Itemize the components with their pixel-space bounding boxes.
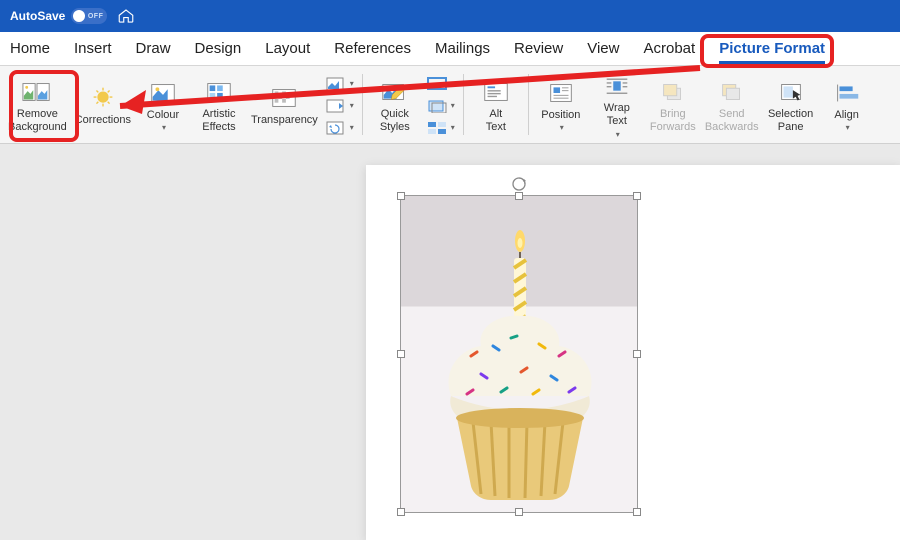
selection-pane-icon	[775, 78, 807, 106]
chevron-down-icon: ▾	[350, 123, 354, 132]
bring-forwards-button: Bring Forwards	[649, 78, 697, 133]
align-button[interactable]: Align ▾	[823, 79, 871, 133]
chevron-down-icon: ▾	[451, 101, 455, 110]
alt-text-label: Alt Text	[486, 108, 506, 133]
adjust-small-buttons: ▾ ▾ ▾	[326, 74, 354, 138]
resize-handle[interactable]	[397, 350, 405, 358]
wrap-text-label: Wrap Text	[604, 102, 630, 127]
group-accessibility: Alt Text	[464, 66, 528, 143]
selection-pane-label: Selection Pane	[768, 108, 813, 133]
resize-handle[interactable]	[397, 192, 405, 200]
chevron-down-icon: ▾	[350, 79, 354, 88]
resize-handle[interactable]	[633, 508, 641, 516]
tab-home[interactable]: Home	[10, 36, 50, 61]
tab-references[interactable]: References	[334, 36, 411, 61]
picture-effects-button[interactable]: ▾	[427, 96, 455, 116]
send-backwards-button: Send Backwards	[705, 78, 759, 133]
tab-mailings[interactable]: Mailings	[435, 36, 490, 61]
artistic-effects-icon	[203, 78, 235, 106]
corrections-icon	[87, 84, 119, 112]
chevron-down-icon: ▾	[846, 123, 850, 132]
resize-handle[interactable]	[515, 192, 523, 200]
send-backwards-label: Send Backwards	[705, 108, 759, 133]
alt-text-icon	[480, 78, 512, 106]
align-label: Align	[834, 109, 858, 122]
colour-label: Colour	[147, 109, 179, 122]
rotate-handle[interactable]	[511, 176, 527, 192]
home-icon[interactable]	[117, 7, 135, 25]
wrap-text-button[interactable]: Wrap Text ▾	[593, 72, 641, 138]
selection-pane-button[interactable]: Selection Pane	[767, 78, 815, 133]
title-bar: AutoSave OFF	[0, 0, 900, 32]
autosave-label: AutoSave	[10, 9, 65, 23]
corrections-button[interactable]: Corrections	[75, 84, 131, 127]
cupcake-image	[401, 196, 637, 512]
resize-handle[interactable]	[633, 350, 641, 358]
toggle-knob	[73, 10, 85, 22]
artistic-effects-label: Artistic Effects	[202, 108, 235, 133]
chevron-down-icon: ▾	[616, 130, 620, 139]
quick-styles-icon	[379, 78, 411, 106]
group-adjust: Remove Background Corrections Colour ▾ A…	[0, 66, 362, 143]
tab-insert[interactable]: Insert	[74, 36, 112, 61]
ribbon: Remove Background Corrections Colour ▾ A…	[0, 66, 900, 144]
remove-background-label: Remove Background	[8, 108, 67, 133]
position-button[interactable]: Position ▾	[537, 79, 585, 133]
autosave-control[interactable]: AutoSave OFF	[10, 8, 107, 24]
remove-background-icon	[21, 78, 53, 106]
align-icon	[831, 79, 863, 107]
autosave-state: OFF	[88, 13, 104, 20]
chevron-down-icon: ▾	[451, 79, 455, 88]
artistic-effects-button[interactable]: Artistic Effects	[195, 78, 243, 133]
quick-styles-button[interactable]: Quick Styles	[371, 78, 419, 133]
resize-handle[interactable]	[515, 508, 523, 516]
quick-styles-label: Quick Styles	[380, 108, 410, 133]
bring-forwards-label: Bring Forwards	[650, 108, 696, 133]
tab-picture-format[interactable]: Picture Format	[719, 36, 825, 61]
transparency-label: Transparency	[251, 114, 318, 127]
transparency-button[interactable]: Transparency	[251, 84, 318, 127]
corrections-label: Corrections	[75, 114, 131, 127]
group-arrange: Position ▾ Wrap Text ▾ Bring Forwards Se…	[529, 66, 879, 143]
chevron-down-icon: ▾	[162, 123, 166, 132]
wrap-text-icon	[601, 72, 633, 100]
picture-layout-button[interactable]: ▾	[427, 118, 455, 138]
chevron-down-icon: ▾	[350, 101, 354, 110]
position-icon	[545, 79, 577, 107]
chevron-down-icon: ▾	[560, 123, 564, 132]
resize-handle[interactable]	[633, 192, 641, 200]
tab-draw[interactable]: Draw	[136, 36, 171, 61]
ribbon-tabs: Home Insert Draw Design Layout Reference…	[0, 32, 900, 66]
autosave-toggle[interactable]: OFF	[71, 8, 107, 24]
document-page[interactable]	[366, 165, 900, 540]
reset-picture-button[interactable]: ▾	[326, 118, 354, 138]
tab-acrobat[interactable]: Acrobat	[643, 36, 695, 61]
resize-handle[interactable]	[397, 508, 405, 516]
remove-background-button[interactable]: Remove Background	[8, 78, 67, 133]
position-label: Position	[541, 109, 580, 122]
colour-icon	[147, 79, 179, 107]
send-backwards-icon	[716, 78, 748, 106]
styles-small-buttons: ▾ ▾ ▾	[427, 74, 455, 138]
tab-review[interactable]: Review	[514, 36, 563, 61]
colour-button[interactable]: Colour ▾	[139, 79, 187, 133]
alt-text-button[interactable]: Alt Text	[472, 78, 520, 133]
bring-forwards-icon	[657, 78, 689, 106]
picture-border-button[interactable]: ▾	[427, 74, 455, 94]
tab-view[interactable]: View	[587, 36, 619, 61]
compress-pictures-button[interactable]: ▾	[326, 74, 354, 94]
selected-image[interactable]	[400, 195, 638, 513]
tab-layout[interactable]: Layout	[265, 36, 310, 61]
transparency-icon	[268, 84, 300, 112]
tab-design[interactable]: Design	[195, 36, 242, 61]
change-picture-button[interactable]: ▾	[326, 96, 354, 116]
chevron-down-icon: ▾	[451, 123, 455, 132]
group-styles: Quick Styles ▾ ▾ ▾	[363, 66, 463, 143]
